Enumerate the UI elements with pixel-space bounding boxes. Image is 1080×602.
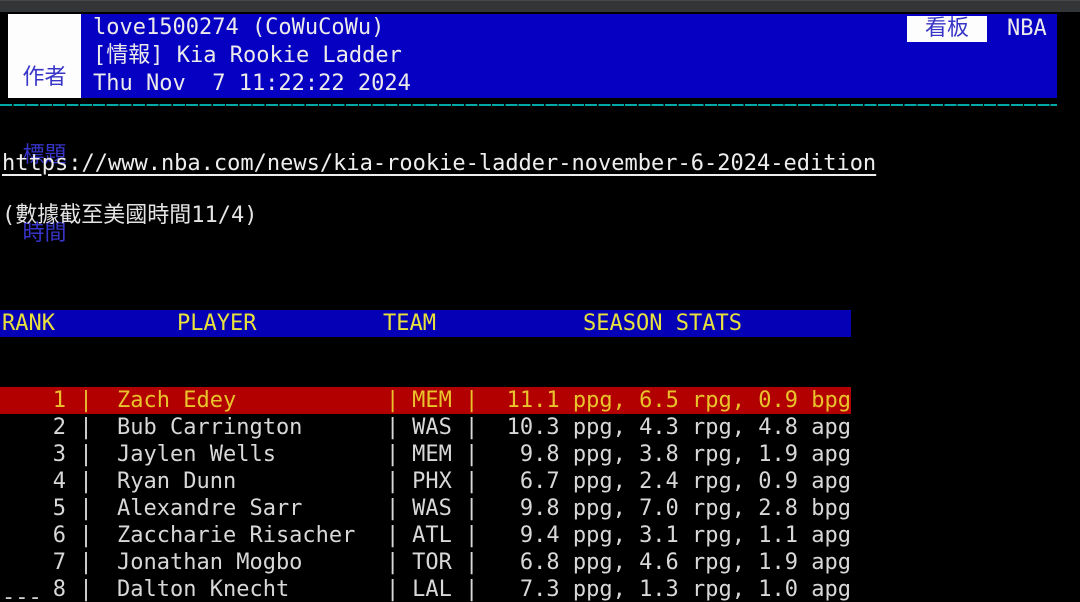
cell-player: Zaccharie Risacher [106,522,386,549]
post-header-banner: 作者 標題 時間 love1500274 (CoWuCoWu) [情報] Kia… [0,12,1080,98]
header-player: PLAYER [177,310,256,337]
cell-team: ATL [399,522,465,549]
signature-dashes: --- [2,584,42,602]
cell-rank: 7 [0,549,66,576]
column-separator: | [66,495,106,522]
column-separator: | [66,576,106,602]
header-season-stats: SEASON STATS [583,310,742,337]
column-separator: | [66,468,106,495]
board-name: NBA [1007,16,1047,42]
table-header-row: RANK PLAYER TEAM SEASON STATS [0,310,851,337]
cell-player: Ryan Dunn [106,468,386,495]
column-separator: | [386,549,399,576]
article-url-link[interactable]: https://www.nba.com/news/kia-rookie-ladd… [2,151,876,176]
table-row: 2|Bub Carrington|WAS|10.3 ppg, 4.3 rpg, … [0,414,851,441]
cell-player: Zach Edey [106,387,386,414]
column-separator: | [66,441,106,468]
cell-team: LAL [399,576,465,602]
article-url-line: https://www.nba.com/news/kia-rookie-ladd… [2,150,876,177]
column-separator: | [386,414,399,441]
cell-player: Bub Carrington [106,414,386,441]
table-row: 7|Jonathan Mogbo|TOR|6.8 ppg, 4.6 rpg, 1… [0,549,851,576]
cell-season-stats: 9.8 ppg, 7.0 rpg, 2.8 bpg [478,495,851,522]
header-label-box: 作者 標題 時間 [8,14,81,98]
rookie-table-rows: 1|Zach Edey|MEM|11.1 ppg, 6.5 rpg, 0.9 b… [0,387,851,602]
column-separator: | [465,468,478,495]
header-separator-line [0,104,1057,106]
table-row: 1|Zach Edey|MEM|11.1 ppg, 6.5 rpg, 0.9 b… [0,387,851,414]
column-separator: | [386,468,399,495]
cell-player: Jaylen Wells [106,441,386,468]
table-row: 5|Alexandre Sarr|WAS|9.8 ppg, 7.0 rpg, 2… [0,495,851,522]
cell-season-stats: 6.8 ppg, 4.6 rpg, 1.9 apg [478,549,851,576]
cell-season-stats: 10.3 ppg, 4.3 rpg, 4.8 apg [478,414,851,441]
column-separator: | [66,549,106,576]
post-title: [情報] Kia Rookie Ladder [93,42,402,70]
header-rank: RANK [2,310,55,337]
column-separator: | [465,414,478,441]
column-separator: | [386,441,399,468]
rookie-ladder-table: RANK PLAYER TEAM SEASON STATS 1|Zach Ede… [0,260,851,602]
column-separator: | [465,549,478,576]
cell-season-stats: 11.1 ppg, 6.5 rpg, 0.9 bpg [478,387,851,414]
author-label: 作者 [8,64,81,92]
cell-season-stats: 9.4 ppg, 3.1 rpg, 1.1 apg [478,522,851,549]
post-time: Thu Nov 7 11:22:22 2024 [93,70,411,98]
table-row: 3|Jaylen Wells|MEM|9.8 ppg, 3.8 rpg, 1.9… [0,441,851,468]
cell-season-stats: 9.8 ppg, 3.8 rpg, 1.9 apg [478,441,851,468]
cell-player: Dalton Knecht [106,576,386,602]
cell-team: MEM [399,387,465,414]
column-separator: | [386,387,399,414]
cell-team: WAS [399,414,465,441]
column-separator: | [465,522,478,549]
table-row: 8|Dalton Knecht|LAL|7.3 ppg, 1.3 rpg, 1.… [0,576,851,602]
cell-season-stats: 7.3 ppg, 1.3 rpg, 1.0 apg [478,576,851,602]
column-separator: | [386,495,399,522]
cell-team: MEM [399,441,465,468]
cell-team: WAS [399,495,465,522]
column-separator: | [465,387,478,414]
board-label-box: 看板 [907,16,987,42]
cell-team: TOR [399,549,465,576]
column-separator: | [465,441,478,468]
cell-season-stats: 6.7 ppg, 2.4 rpg, 0.9 apg [478,468,851,495]
cell-team: PHX [399,468,465,495]
column-separator: | [465,495,478,522]
column-separator: | [386,522,399,549]
terminal-screen: 作者 標題 時間 love1500274 (CoWuCoWu) [情報] Kia… [0,0,1080,602]
table-row: 4|Ryan Dunn|PHX|6.7 ppg, 2.4 rpg, 0.9 ap… [0,468,851,495]
header-team: TEAM [383,310,436,337]
cell-player: Jonathan Mogbo [106,549,386,576]
table-row: 6|Zaccharie Risacher|ATL|9.4 ppg, 3.1 rp… [0,522,851,549]
cell-player: Alexandre Sarr [106,495,386,522]
post-author: love1500274 (CoWuCoWu) [93,14,384,42]
data-note: (數據截至美國時間11/4) [2,202,257,229]
column-separator: | [465,576,478,602]
cell-rank: 6 [0,522,66,549]
column-separator: | [66,522,106,549]
column-separator: | [386,576,399,602]
cell-rank: 4 [0,468,66,495]
cell-rank: 5 [0,495,66,522]
